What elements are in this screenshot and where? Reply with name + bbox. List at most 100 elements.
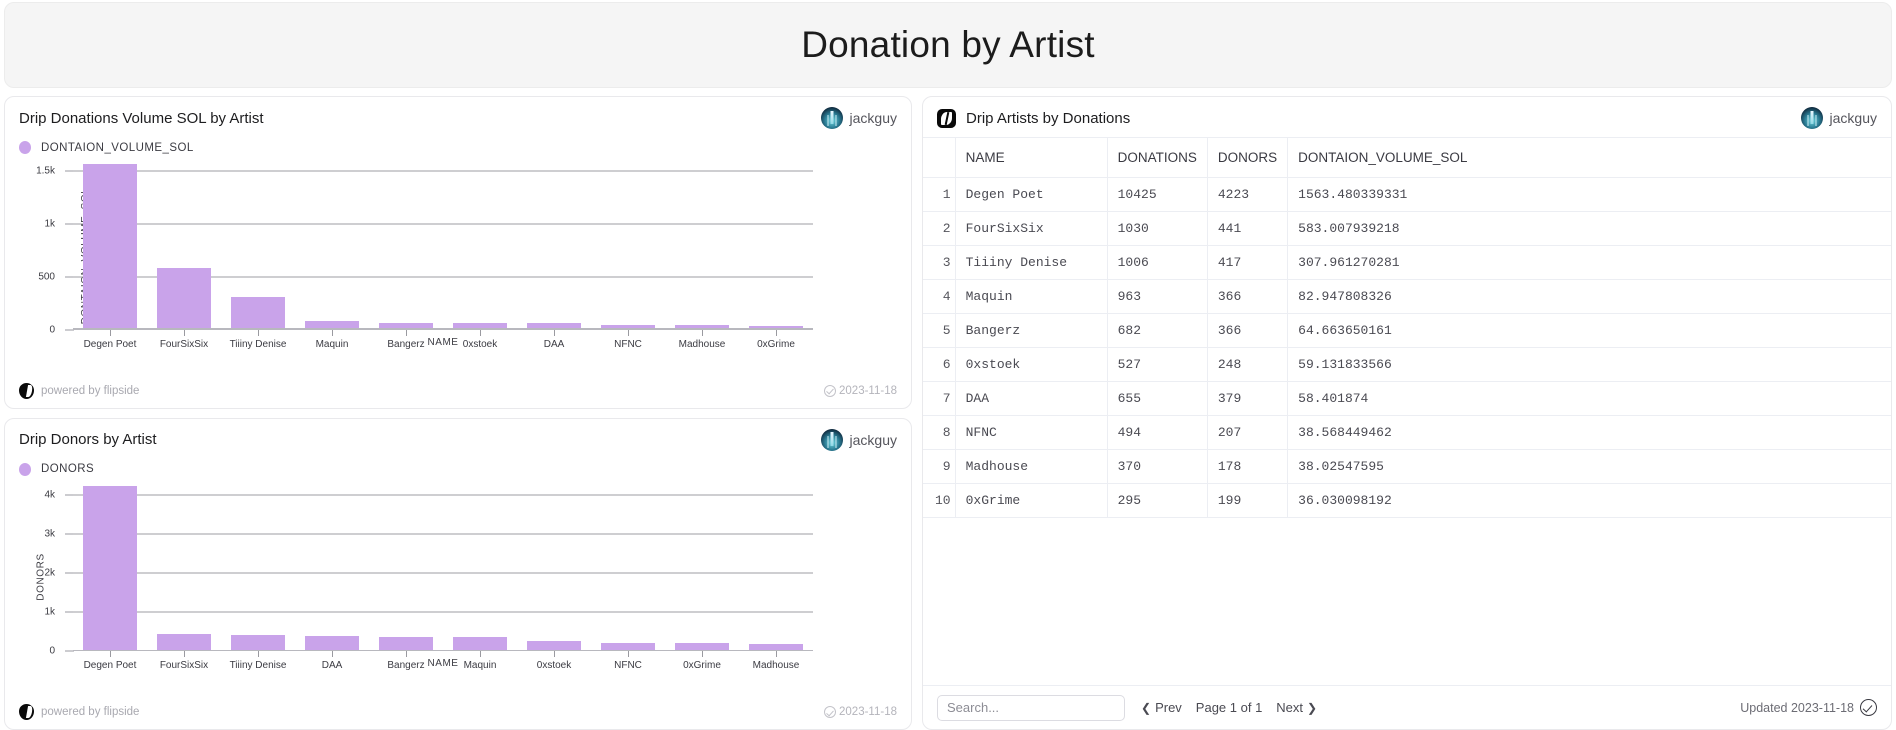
table-cell: 178	[1207, 449, 1289, 484]
next-page-button[interactable]: Next ❯	[1276, 700, 1317, 715]
chart-2-owner[interactable]: jackguy	[820, 428, 897, 451]
table-row[interactable]: 4 Maquin 963 366 82.947808326	[923, 279, 1891, 314]
owner-name: jackguy	[849, 431, 897, 448]
bar-slot	[369, 482, 443, 651]
chart-2-plot: DONORS 0 1k 2k 3k 4k Degen Poet FourSixSix Tii…	[5, 482, 865, 674]
flipside-logo-icon	[19, 704, 34, 720]
bar-slot	[591, 160, 665, 330]
table-header-row: NAME DONATIONS DONORS DONTAION_VOLUME_SOL	[923, 137, 1891, 178]
table-cell: 1563.480339331	[1287, 177, 1891, 212]
chevron-right-icon: ❯	[1307, 700, 1318, 715]
bar[interactable]	[83, 486, 137, 651]
table-cell: 370	[1107, 449, 1208, 484]
table-cell: 0xGrime	[955, 483, 1108, 518]
table-cell: FourSixSix	[955, 211, 1108, 246]
owner-name: jackguy	[1829, 110, 1877, 126]
table-title-wrap: Drip Artists by Donations	[937, 108, 1130, 128]
chart-card-donations-volume: Drip Donations Volume SOL by Artist jack…	[4, 96, 912, 409]
artists-table: NAME DONATIONS DONORS DONTAION_VOLUME_SOL 1…	[923, 137, 1891, 518]
pagination: ❮ Prev Page 1 of 1 Next ❯	[1141, 700, 1317, 715]
chart-1-grid	[73, 160, 813, 330]
x-tick-mark	[776, 329, 777, 336]
bar[interactable]	[231, 296, 285, 330]
table-cell: 10425	[1107, 177, 1208, 212]
chart-2-legend[interactable]: DONORS	[5, 455, 911, 476]
column-header-index[interactable]	[923, 137, 956, 178]
bar-slot	[73, 160, 147, 330]
table-scroll-region[interactable]: NAME DONATIONS DONORS DONTAION_VOLUME_SOL 1…	[923, 137, 1891, 685]
bar-slot	[295, 482, 369, 651]
chart-1-owner[interactable]: jackguy	[820, 107, 897, 129]
table-cell: 38.02547595	[1287, 449, 1891, 484]
column-header-dontaion_volume_sol[interactable]: DONTAION_VOLUME_SOL	[1287, 137, 1891, 178]
bar[interactable]	[157, 633, 211, 651]
table-cell: Madhouse	[955, 449, 1108, 484]
chart-2-footer: powered by flipside 2023-11-18	[5, 699, 911, 729]
table-cell: 5	[923, 313, 956, 348]
table-row[interactable]: 7 DAA 655 379 58.401874	[923, 381, 1891, 416]
table-cell: 64.663650161	[1287, 313, 1891, 348]
x-tick-mark	[554, 329, 555, 336]
column-header-donors[interactable]: DONORS	[1207, 137, 1289, 178]
y-tick-label: 1k	[44, 606, 55, 618]
flipside-logo-icon	[19, 382, 34, 399]
updated-status: Updated 2023-11-18	[1740, 699, 1877, 716]
table-row[interactable]: 1 Degen Poet 10425 4223 1563.480339331	[923, 177, 1891, 212]
chart-1-title: Drip Donations Volume SOL by Artist	[19, 109, 264, 127]
chevron-left-icon: ❮	[1141, 700, 1152, 715]
table-cell: 82.947808326	[1287, 279, 1891, 314]
table-cell: 1006	[1107, 245, 1208, 280]
table-cell: 366	[1207, 279, 1289, 314]
x-tick-mark	[776, 651, 777, 657]
column-header-name[interactable]: NAME	[955, 137, 1108, 178]
table-cell: 7	[923, 381, 956, 416]
y-tick-label: 0	[49, 324, 55, 335]
chart-card-donors: Drip Donors by Artist jackguy DONORS DON…	[4, 417, 912, 730]
table-row[interactable]: 3 Tiiiny Denise 1006 417 307.961270281	[923, 245, 1891, 280]
table-cell: Degen Poet	[955, 177, 1108, 212]
y-tick-label: 4k	[44, 489, 55, 501]
table-row[interactable]: 2 FourSixSix 1030 441 583.007939218	[923, 211, 1891, 246]
flipside-credit[interactable]: powered by flipside	[19, 382, 140, 399]
table-owner[interactable]: jackguy	[1800, 107, 1877, 129]
table-cell: 0xstoek	[955, 347, 1108, 382]
table-row[interactable]: 9 Madhouse 370 178 38.02547595	[923, 449, 1891, 484]
table-cell: 583.007939218	[1287, 211, 1891, 246]
x-tick-mark	[702, 651, 703, 657]
bar[interactable]	[83, 163, 137, 330]
x-tick-mark	[110, 329, 111, 336]
table-cell: 307.961270281	[1287, 245, 1891, 280]
legend-swatch-icon	[19, 141, 31, 154]
chart-2-x-axis-label: NAME	[427, 658, 459, 669]
search-input[interactable]	[937, 694, 1125, 721]
bar-slot	[221, 160, 295, 330]
table-column: Drip Artists by Donations jackguy NAME DO…	[922, 96, 1892, 730]
table-footer: ❮ Prev Page 1 of 1 Next ❯ Updated 2023-1…	[923, 685, 1891, 729]
table-row[interactable]: 8 NFNC 494 207 38.568449462	[923, 415, 1891, 450]
table-cell: 1	[923, 177, 956, 212]
table-cell: Tiiiny Denise	[955, 245, 1108, 280]
table-row[interactable]: 10 0xGrime 295 199 36.030098192	[923, 483, 1891, 518]
bar[interactable]	[157, 267, 211, 330]
chart-1-legend[interactable]: DONTAION_VOLUME_SOL	[5, 133, 911, 154]
column-header-donations[interactable]: DONATIONS	[1107, 137, 1208, 178]
table-cell: 36.030098192	[1287, 483, 1891, 518]
flipside-credit-label: powered by flipside	[41, 384, 140, 397]
bar-slot	[443, 160, 517, 330]
table-cell: DAA	[955, 381, 1108, 416]
chart-2-y-ticks: 0 1k 2k 3k 4k	[31, 482, 74, 657]
table-cell: 58.401874	[1287, 381, 1891, 416]
x-tick-mark	[554, 651, 555, 657]
table-row[interactable]: 6 0xstoek 527 248 59.131833566	[923, 347, 1891, 382]
table-cell: 3	[923, 245, 956, 280]
x-tick-mark	[406, 651, 407, 657]
bar-slot	[147, 482, 221, 651]
chart-1-y-ticks: 0 500 1k 1.5k	[31, 160, 74, 335]
dashboard-banner: Donation by Artist	[4, 2, 1892, 88]
bar-slot	[73, 482, 147, 651]
table-cell: 6	[923, 347, 956, 382]
prev-page-button[interactable]: ❮ Prev	[1141, 700, 1182, 715]
flipside-credit[interactable]: powered by flipside	[19, 704, 139, 720]
table-body: 1 Degen Poet 10425 4223 1563.480339331 2 FourS…	[923, 177, 1891, 518]
table-row[interactable]: 5 Bangerz 682 366 64.663650161	[923, 313, 1891, 348]
